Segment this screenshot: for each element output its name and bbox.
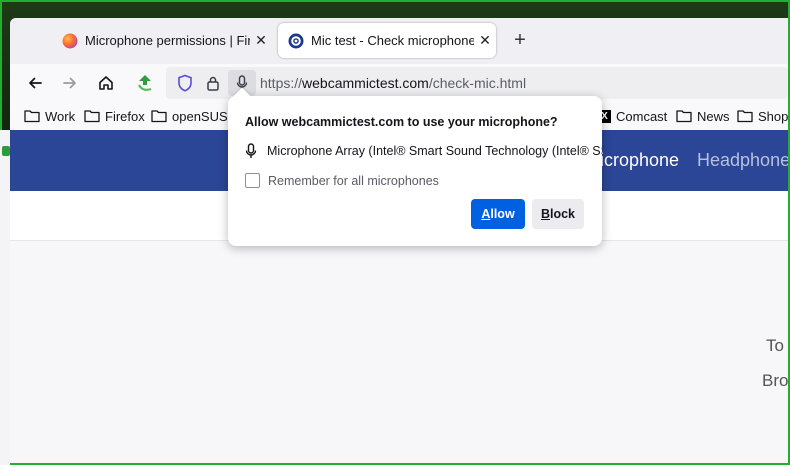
site-favicon-icon — [288, 33, 304, 48]
tracking-protection-button[interactable] — [174, 73, 196, 93]
back-arrow-icon — [29, 77, 42, 89]
url-path: /check-mic.html — [428, 75, 527, 91]
home-icon — [99, 76, 113, 90]
bookmark-label: Comcast — [616, 108, 668, 124]
back-button[interactable] — [21, 69, 49, 97]
allow-label-rest: llow — [490, 207, 515, 221]
forward-arrow-icon — [63, 77, 76, 89]
extension-button[interactable] — [131, 69, 159, 97]
nav-link-headphone[interactable]: Headphone — [697, 150, 788, 171]
site-info-button[interactable] — [202, 73, 224, 93]
url-domain: webcammictest.com — [302, 75, 429, 91]
allow-accesskey: A — [481, 207, 491, 221]
shield-icon — [178, 74, 192, 92]
firefox-icon — [62, 33, 78, 48]
bookmark-comcast[interactable]: X Comcast — [598, 107, 667, 125]
popup-title: Allow webcammictest.com to use your micr… — [245, 115, 558, 129]
tab-title: Microphone permissions | Firefo — [85, 33, 250, 48]
folder-icon — [24, 110, 40, 123]
address-bar[interactable]: https://webcammictest.com/check-mic.html — [166, 67, 788, 99]
folder-icon — [676, 110, 692, 123]
microphone-icon — [245, 143, 257, 158]
close-tab-icon[interactable]: ✕ — [474, 32, 496, 49]
lock-icon — [207, 76, 219, 91]
device-name: Microphone Array (Intel® Smart Sound Tec… — [267, 144, 602, 158]
tab-microphone-permissions[interactable]: Microphone permissions | Firefo ✕ — [52, 23, 272, 58]
content-text-to: To — [766, 336, 784, 355]
forward-button[interactable] — [56, 69, 84, 97]
close-tab-icon[interactable]: ✕ — [250, 32, 272, 49]
microphone-permission-popup: Allow webcammictest.com to use your micr… — [228, 87, 602, 246]
block-button[interactable]: Block — [532, 199, 584, 229]
green-arrows-extension-icon — [138, 75, 152, 91]
bookmark-folder-opensuse[interactable]: openSUSE — [151, 107, 236, 125]
background-window-edge — [0, 130, 10, 465]
bookmark-label: Work — [45, 108, 76, 124]
folder-icon — [84, 110, 100, 123]
block-accesskey: B — [540, 207, 550, 221]
bookmark-folder-shop[interactable]: Shop — [737, 107, 788, 125]
bookmark-folder-firefox[interactable]: Firefox — [84, 107, 145, 125]
url-scheme: https:// — [260, 75, 303, 91]
tab-title: Mic test - Check microphone or — [311, 33, 474, 48]
bookmark-label: News — [697, 108, 730, 124]
bookmark-folder-work[interactable]: Work — [24, 107, 75, 125]
content-text-bro: Bro — [762, 371, 788, 390]
nav-link-microphone[interactable]: icrophone — [600, 150, 679, 171]
bookmark-label: Firefox — [105, 108, 145, 124]
folder-icon — [151, 110, 167, 123]
remember-label: Remember for all microphones — [268, 173, 439, 188]
new-tab-button[interactable]: + — [508, 28, 532, 52]
bookmark-label: openSUSE — [172, 108, 237, 124]
page-content: To Bro — [10, 241, 788, 463]
remember-checkbox[interactable] — [245, 173, 260, 188]
allow-button[interactable]: Allow — [471, 199, 525, 229]
bookmark-label: Shop — [758, 108, 788, 124]
device-row: Microphone Array (Intel® Smart Sound Tec… — [245, 142, 602, 160]
tab-strip: Microphone permissions | Firefo ✕ Mic te… — [10, 18, 788, 64]
folder-icon — [737, 110, 753, 123]
block-label-rest: lock — [550, 207, 576, 221]
url-text[interactable]: https://webcammictest.com/check-mic.html — [260, 75, 526, 91]
background-window-icon — [2, 146, 10, 156]
home-button[interactable] — [92, 69, 120, 97]
tab-mic-test[interactable]: Mic test - Check microphone or ✕ — [278, 23, 496, 58]
bookmark-folder-news[interactable]: News — [676, 107, 730, 125]
remember-checkbox-row[interactable]: Remember for all microphones — [245, 173, 439, 188]
